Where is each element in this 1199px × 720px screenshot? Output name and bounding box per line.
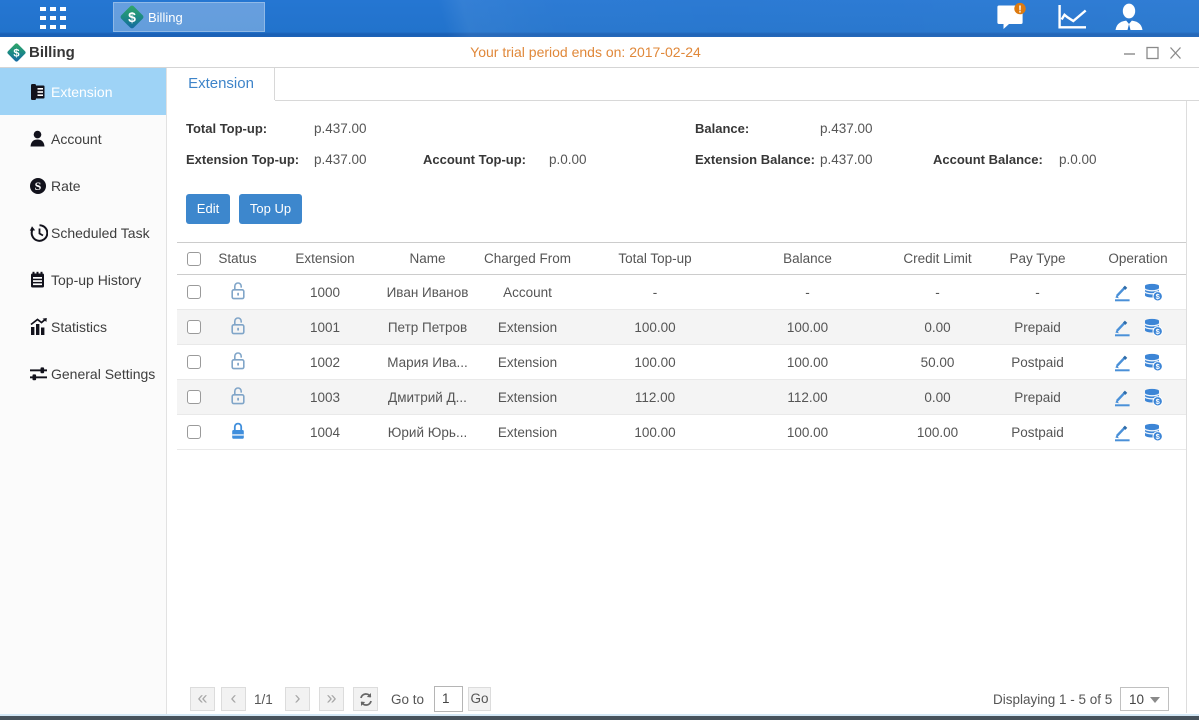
svg-text:$: $ <box>128 9 136 25</box>
svg-text:S: S <box>35 179 42 193</box>
svg-text:!: ! <box>1018 3 1022 15</box>
